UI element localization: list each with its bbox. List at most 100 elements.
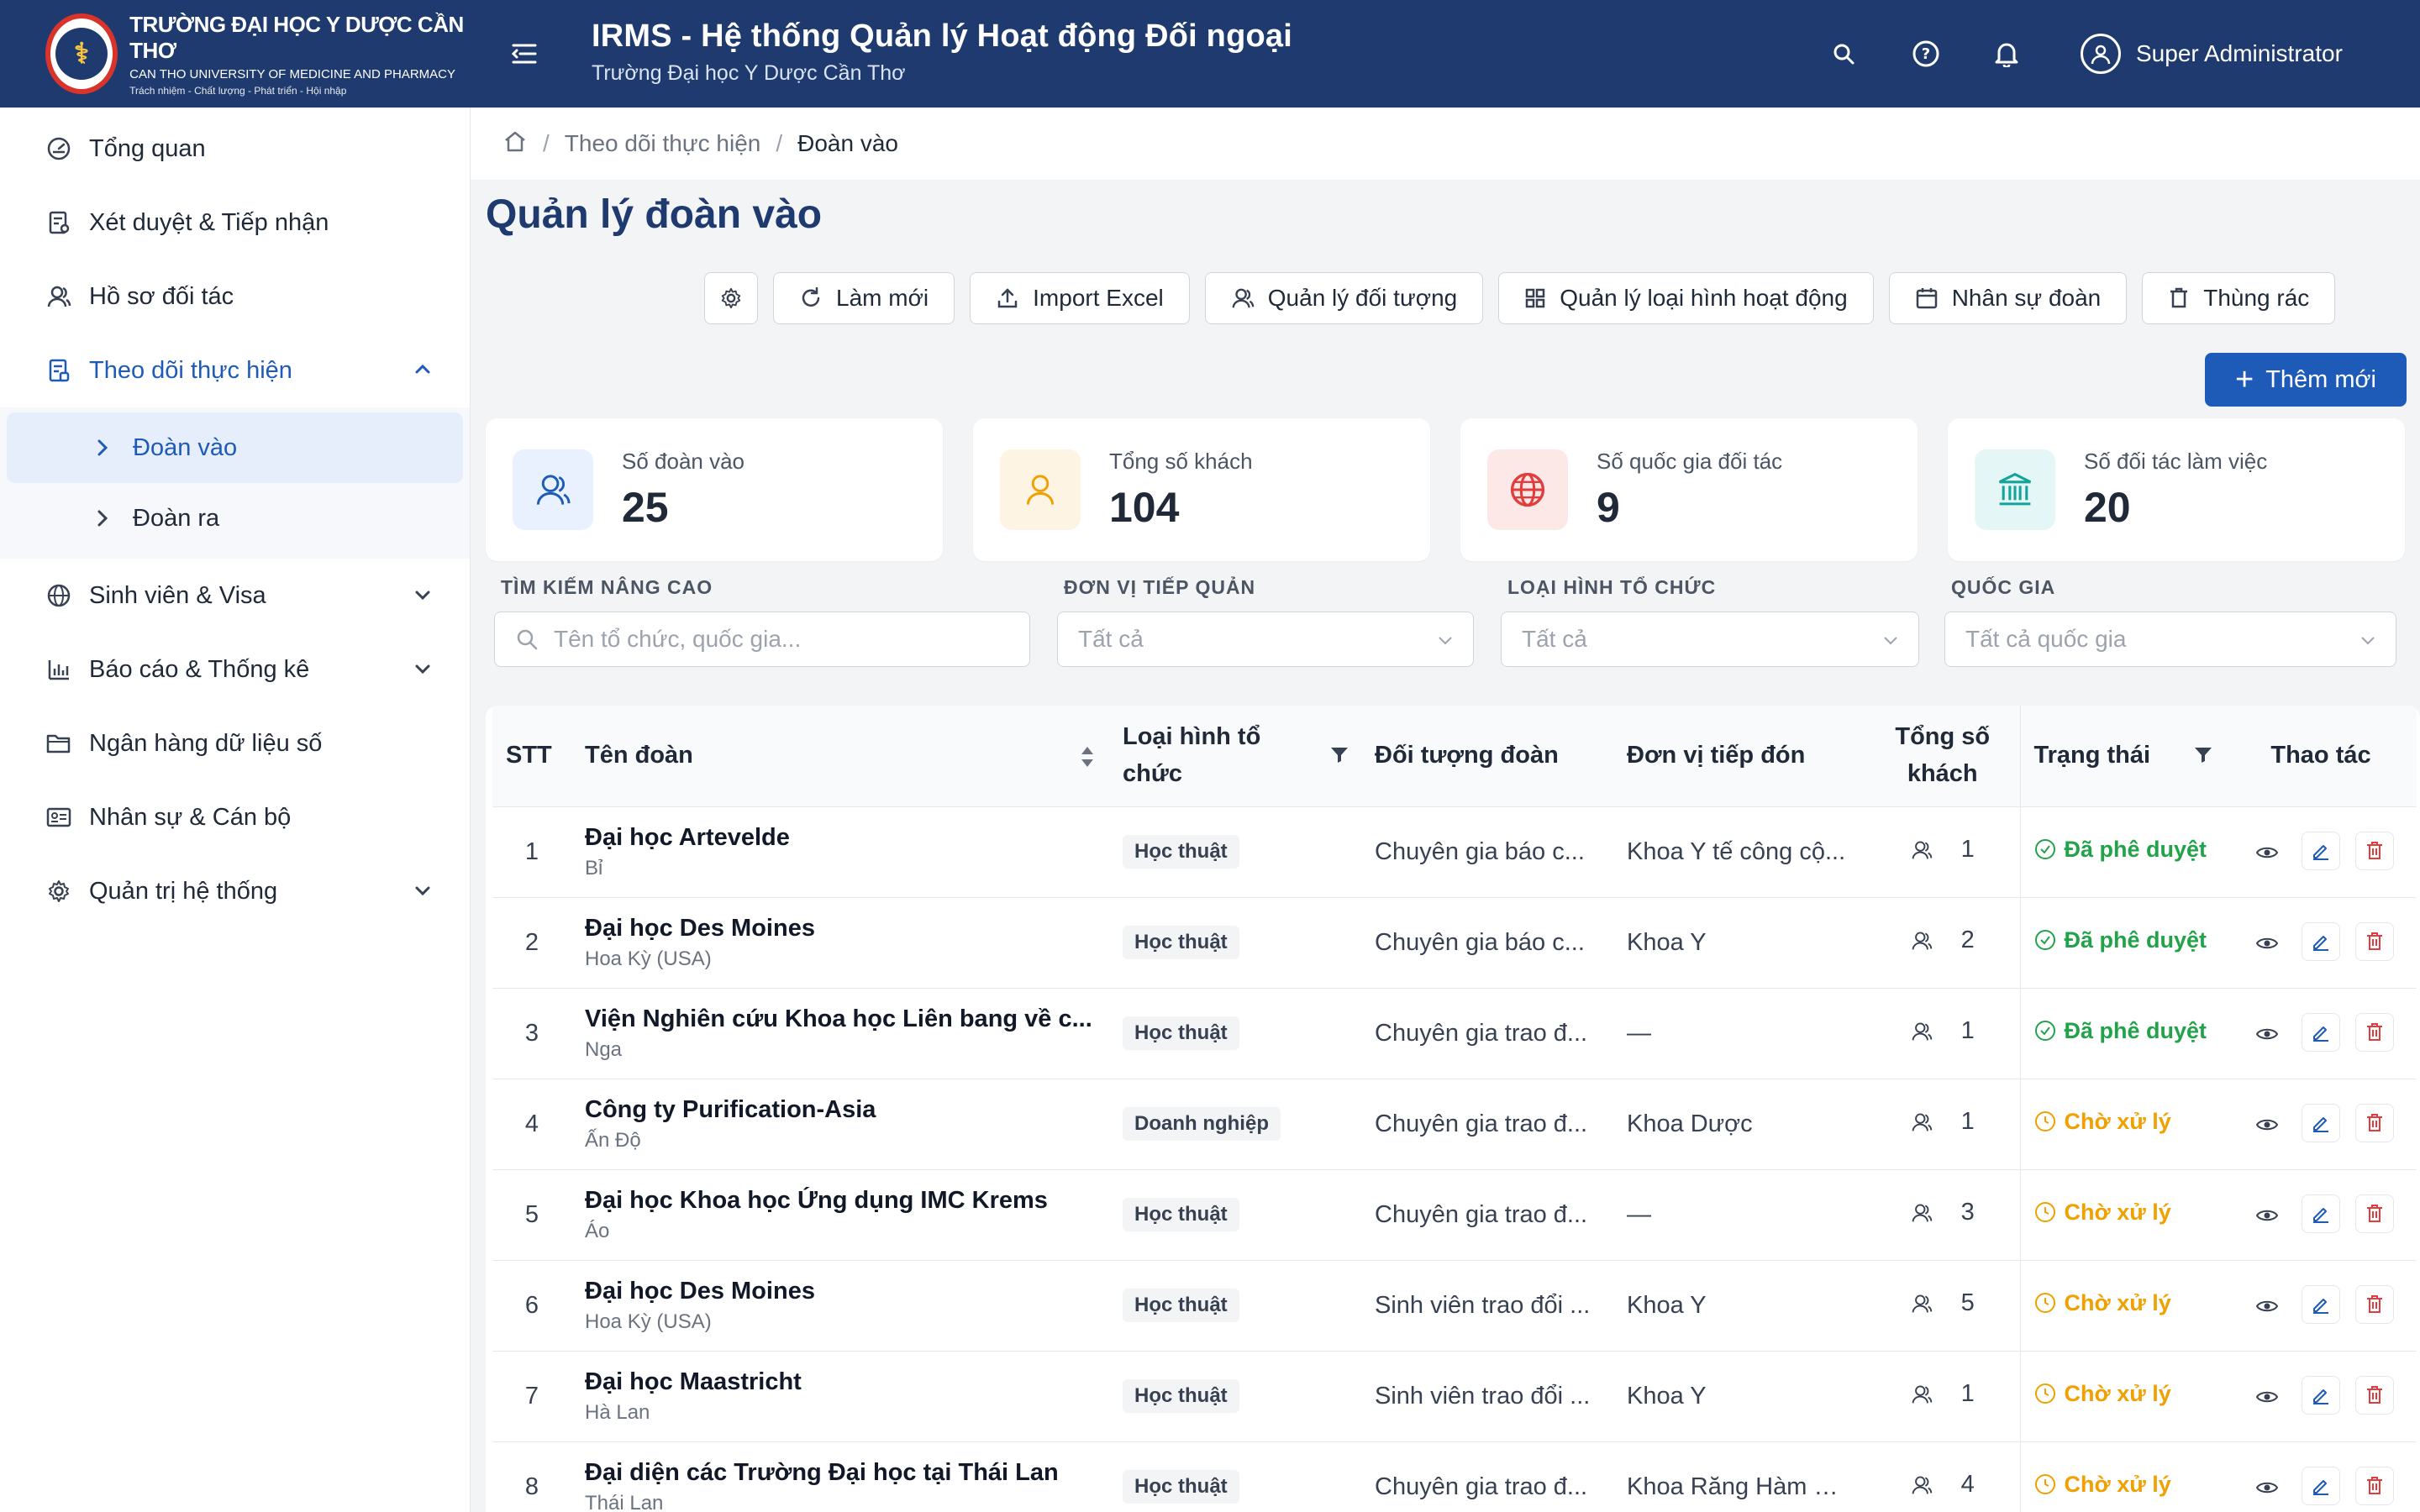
sidebar-item-data-bank[interactable]: Ngân hàng dữ liệu số	[0, 706, 470, 780]
chevron-down-icon	[415, 664, 430, 675]
view-icon[interactable]	[2248, 1105, 2286, 1144]
delete-icon[interactable]	[2355, 922, 2394, 961]
user-menu[interactable]: Super Administrator	[2081, 34, 2343, 74]
sidebar-item-reports[interactable]: Báo cáo & Thống kê	[0, 633, 470, 706]
cell-stt: 2	[492, 897, 571, 989]
sidebar-item-students-visa[interactable]: Sinh viên & Visa	[0, 559, 470, 633]
view-icon[interactable]	[2248, 1015, 2286, 1053]
menu-toggle-icon[interactable]	[508, 37, 541, 71]
delete-icon[interactable]	[2355, 1013, 2394, 1052]
delete-icon[interactable]	[2355, 1467, 2394, 1505]
edit-icon[interactable]	[2302, 1285, 2340, 1324]
delete-icon[interactable]	[2355, 1376, 2394, 1415]
settings-button[interactable]	[704, 272, 758, 324]
table-row[interactable]: 2 Đại học Des Moines Hoa Kỳ (USA) Học thuật…	[492, 897, 2417, 989]
table-header-row: STT Tên đoàn Loại hình tổ chức Đối tượng…	[492, 706, 2417, 807]
table-row[interactable]: 7 Đại học Maastricht Hà Lan Học thuật Sinh v…	[492, 1351, 2417, 1442]
home-icon[interactable]	[502, 129, 528, 159]
view-icon[interactable]	[2248, 1468, 2286, 1507]
stat-card-guests: Tổng số khách 104	[973, 418, 1430, 561]
cell-name: Đại diện các Trường Đại học tại Thái Lan…	[571, 1441, 1109, 1512]
country-filter-select[interactable]: Tất cả quốc gia	[1944, 612, 2396, 667]
table-row[interactable]: 8 Đại diện các Trường Đại học tại Thái La…	[492, 1441, 2417, 1512]
type-tag: Học thuật	[1123, 1470, 1239, 1504]
status-badge: Đã phê duyệt	[2034, 927, 2207, 953]
cell-actions	[2225, 806, 2417, 898]
cell-guests: 1	[1865, 1079, 2020, 1170]
table-row[interactable]: 1 Đại học Artevelde Bỉ Học thuật Chuyên gia …	[492, 806, 2417, 898]
sidebar-item-partners[interactable]: Hồ sơ đối tác	[0, 260, 470, 333]
cell-actions	[2225, 897, 2417, 989]
cell-stt: 6	[492, 1260, 571, 1352]
gear-icon	[721, 287, 741, 309]
table-row[interactable]: 5 Đại học Khoa học Ứng dụng IMC Krems Áo Họ…	[492, 1169, 2417, 1261]
table-row[interactable]: 6 Đại học Des Moines Hoa Kỳ (USA) Học thuật…	[492, 1260, 2417, 1352]
type-filter-select[interactable]: Tất cả	[1501, 612, 1919, 667]
trash-button[interactable]: Thùng rác	[2142, 272, 2336, 324]
refresh-button[interactable]: Làm mới	[773, 272, 955, 324]
col-type[interactable]: Loại hình tổ chức	[1109, 706, 1361, 807]
view-icon[interactable]	[2248, 1287, 2286, 1326]
sidebar-item-tracking[interactable]: Theo dõi thực hiện	[0, 333, 470, 407]
delegation-name: Đại học Des Moines	[585, 1277, 815, 1305]
delete-icon[interactable]	[2355, 1104, 2394, 1142]
add-new-button[interactable]: + Thêm mới	[2205, 353, 2407, 407]
check-circle-icon	[2034, 929, 2056, 951]
search-input[interactable]: Tên tổ chức, quốc gia...	[494, 612, 1030, 667]
import-excel-button[interactable]: Import Excel	[970, 272, 1190, 324]
edit-icon[interactable]	[2302, 922, 2340, 961]
unit-filter-select[interactable]: Tất cả	[1057, 612, 1474, 667]
edit-icon[interactable]	[2302, 1467, 2340, 1505]
col-name[interactable]: Tên đoàn	[571, 706, 1109, 807]
bar-chart-icon	[45, 656, 72, 683]
bell-icon[interactable]	[1990, 37, 2023, 71]
view-icon[interactable]	[2248, 924, 2286, 963]
cell-name: Đại học Des Moines Hoa Kỳ (USA)	[571, 1260, 1109, 1352]
plus-icon: +	[2234, 362, 2254, 397]
search-icon[interactable]	[1827, 37, 1860, 71]
chevron-down-icon	[2361, 637, 2375, 645]
chevron-right-icon	[97, 510, 108, 527]
view-icon[interactable]	[2248, 1378, 2286, 1416]
view-icon[interactable]	[2248, 1196, 2286, 1235]
cell-stt: 4	[492, 1079, 571, 1170]
table-row[interactable]: 3 Viện Nghiên cứu Khoa học Liên bang về c…	[492, 988, 2417, 1079]
app-subtitle: Trường Đại học Y Dược Cần Thơ	[592, 61, 906, 85]
tracking-icon	[45, 357, 72, 384]
trash-icon	[2168, 286, 2190, 310]
manage-activity-types-button[interactable]: Quản lý loại hình hoạt động	[1498, 272, 1874, 324]
edit-icon[interactable]	[2302, 1194, 2340, 1233]
brand[interactable]: ⚕ TRƯỜNG ĐẠI HỌC Y DƯỢC CẦN THƠ CAN THO …	[0, 0, 471, 108]
cell-status: Chờ xử lý	[2019, 1079, 2225, 1170]
type-tag: Học thuật	[1123, 835, 1239, 869]
sidebar-subitem-outbound[interactable]: Đoàn ra	[7, 483, 463, 554]
cell-name: Đại học Khoa học Ứng dụng IMC Krems Áo	[571, 1169, 1109, 1261]
sidebar-item-admin[interactable]: Quản trị hệ thống	[0, 854, 470, 928]
sidebar-item-staff[interactable]: Nhân sự & Cán bộ	[0, 780, 470, 854]
sidebar-item-overview[interactable]: Tổng quan	[0, 112, 470, 186]
page-title: Quản lý đoàn vào	[486, 192, 823, 237]
col-status[interactable]: Trạng thái	[2019, 706, 2225, 807]
edit-icon[interactable]	[2302, 1104, 2340, 1142]
delete-icon[interactable]	[2355, 1194, 2394, 1233]
sidebar-item-approval[interactable]: Xét duyệt & Tiếp nhận	[0, 186, 470, 260]
table-row[interactable]: 4 Công ty Purification-Asia Ấn Độ Doanh ngh…	[492, 1079, 2417, 1170]
view-icon[interactable]	[2248, 833, 2286, 872]
help-icon[interactable]: ?	[1909, 37, 1943, 71]
breadcrumb-parent[interactable]: Theo dõi thực hiện	[565, 130, 761, 157]
edit-icon[interactable]	[2302, 1013, 2340, 1052]
delegation-staff-button[interactable]: Nhân sự đoàn	[1888, 272, 2128, 324]
manage-objects-button[interactable]: Quản lý đối tượng	[1204, 272, 1484, 324]
delete-icon[interactable]	[2355, 1285, 2394, 1324]
users-icon	[1911, 1474, 1948, 1496]
status-badge: Chờ xử lý	[2034, 1472, 2171, 1498]
sidebar-subitem-inbound[interactable]: Đoàn vào	[7, 412, 463, 483]
delete-icon[interactable]	[2355, 832, 2394, 870]
refresh-icon	[799, 286, 823, 310]
edit-icon[interactable]	[2302, 1376, 2340, 1415]
type-tag: Học thuật	[1123, 926, 1239, 959]
chevron-right-icon	[97, 439, 108, 456]
edit-icon[interactable]	[2302, 832, 2340, 870]
cell-unit: Khoa Răng Hàm M...	[1613, 1441, 1865, 1512]
institution-icon	[1975, 449, 2055, 530]
